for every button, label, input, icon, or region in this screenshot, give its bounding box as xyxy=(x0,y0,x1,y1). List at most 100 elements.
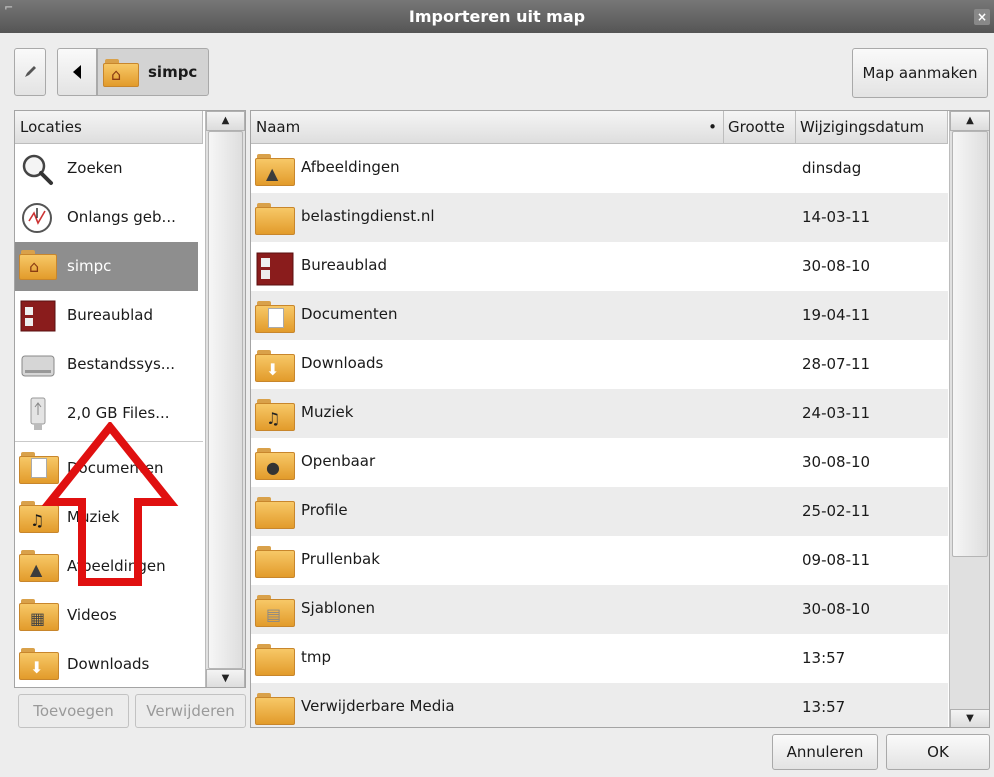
file-modified-date: 13:57 xyxy=(802,649,846,667)
file-row[interactable]: ▤ Sjablonen 30-08-10 xyxy=(251,585,948,634)
search-icon xyxy=(19,152,57,186)
file-row[interactable]: ⬇ Downloads 28-07-11 xyxy=(251,340,948,389)
folder-icon xyxy=(255,203,297,237)
videos-folder-icon: ▦ xyxy=(19,599,59,633)
cancel-button[interactable]: Annuleren xyxy=(772,734,878,770)
file-list-scrollbar[interactable]: ▲ ▼ xyxy=(949,111,989,727)
file-row[interactable]: tmp 13:57 xyxy=(251,634,948,683)
file-name: Documenten xyxy=(301,305,398,323)
annotation-arrow-icon xyxy=(41,422,179,586)
path-label: simpc xyxy=(148,63,198,81)
home-folder-icon: ⌂ xyxy=(103,59,139,87)
file-list: ▲ Afbeeldingen dinsdag belastingdienst.nl 14… xyxy=(251,144,948,727)
file-row[interactable]: Prullenbak 09-08-11 xyxy=(251,536,948,585)
file-modified-date: 14-03-11 xyxy=(802,208,871,226)
add-bookmark-button[interactable]: Toevoegen xyxy=(18,694,129,728)
place-label: simpc xyxy=(67,257,112,275)
folder-icon xyxy=(255,497,297,531)
place-item-videos[interactable]: ▦ Videos xyxy=(15,591,198,640)
place-item-recent[interactable]: Onlangs geb... xyxy=(15,193,198,242)
scroll-down-icon[interactable]: ▼ xyxy=(950,709,989,727)
folder-icon xyxy=(255,693,297,727)
column-header-size-label: Grootte xyxy=(728,118,785,136)
file-row[interactable]: Verwijderbare Media 13:57 xyxy=(251,683,948,727)
place-item-bureaublad[interactable]: Bureaublad xyxy=(15,291,198,340)
scroll-down-icon[interactable]: ▼ xyxy=(206,669,245,687)
edit-location-button[interactable] xyxy=(14,48,46,96)
column-header-modified-label: Wijzigingsdatum xyxy=(800,118,925,136)
file-name: Openbaar xyxy=(301,452,376,470)
file-name: Profile xyxy=(301,501,348,519)
file-modified-date: 19-04-11 xyxy=(802,306,871,324)
file-list-panel: Naam • Grootte Wijzigingsdatum ▲ Afbeeldi… xyxy=(250,110,990,728)
column-header-name-label: Naam xyxy=(256,118,301,136)
back-button[interactable] xyxy=(57,48,97,96)
music-folder-icon: ♫ xyxy=(255,399,297,433)
cancel-label: Annuleren xyxy=(786,743,864,761)
place-label: Zoeken xyxy=(67,159,123,177)
path-button-simpc[interactable]: ⌂ simpc xyxy=(97,48,209,96)
window-menu-icon[interactable]: ⌐ xyxy=(4,2,13,14)
column-header-name[interactable]: Naam • xyxy=(251,111,724,144)
remove-bookmark-button[interactable]: Verwijderen xyxy=(135,694,246,728)
file-row[interactable]: Profile 25-02-11 xyxy=(251,487,948,536)
column-header-size[interactable]: Grootte xyxy=(724,111,796,144)
file-name: Sjablonen xyxy=(301,599,375,617)
column-header-modified[interactable]: Wijzigingsdatum xyxy=(796,111,948,144)
ok-button[interactable]: OK xyxy=(886,734,990,770)
places-scroll-thumb[interactable] xyxy=(208,131,243,669)
file-row[interactable]: ♫ Muziek 24-03-11 xyxy=(251,389,948,438)
file-modified-date: 30-08-10 xyxy=(802,453,871,471)
triangle-left-icon xyxy=(73,65,81,79)
pencil-icon xyxy=(25,66,36,77)
file-modified-date: 28-07-11 xyxy=(802,355,871,373)
file-list-scroll-thumb[interactable] xyxy=(952,131,988,557)
harddisk-icon xyxy=(19,348,57,382)
places-header-label: Locaties xyxy=(20,118,82,136)
desktop-icon xyxy=(255,252,297,286)
place-item-filesystem[interactable]: Bestandssys... xyxy=(15,340,198,389)
file-name: Prullenbak xyxy=(301,550,380,568)
file-row[interactable]: ● Openbaar 30-08-10 xyxy=(251,438,948,487)
file-name: Downloads xyxy=(301,354,384,372)
place-item-simpc[interactable]: ⌂ simpc xyxy=(15,242,198,291)
file-row[interactable]: Documenten 19-04-11 xyxy=(251,291,948,340)
file-modified-date: 09-08-11 xyxy=(802,551,871,569)
window-title: Importeren uit map xyxy=(408,7,586,26)
places-header[interactable]: Locaties xyxy=(15,111,203,144)
file-row[interactable]: belastingdienst.nl 14-03-11 xyxy=(251,193,948,242)
file-row[interactable]: Bureaublad 30-08-10 xyxy=(251,242,948,291)
downloads-folder-icon: ⬇ xyxy=(255,350,297,384)
places-scrollbar[interactable]: ▲ ▼ xyxy=(205,111,245,687)
desktop-icon xyxy=(19,299,57,333)
place-label: Bureaublad xyxy=(67,306,153,324)
file-name: Verwijderbare Media xyxy=(301,697,455,715)
place-label: Videos xyxy=(67,606,117,624)
create-folder-label: Map aanmaken xyxy=(862,64,978,82)
file-row[interactable]: ▲ Afbeeldingen dinsdag xyxy=(251,144,948,193)
place-item-downloads[interactable]: ⬇ Downloads xyxy=(15,640,198,687)
place-item-zoeken[interactable]: Zoeken xyxy=(15,144,198,193)
remove-bookmark-label: Verwijderen xyxy=(146,702,235,720)
title-bar: ⌐ Importeren uit map × xyxy=(0,0,994,33)
place-label: Bestandssys... xyxy=(67,355,176,373)
recent-clock-icon xyxy=(19,201,57,235)
file-modified-date: 24-03-11 xyxy=(802,404,871,422)
scroll-up-icon[interactable]: ▲ xyxy=(206,111,245,131)
places-panel: Locaties Zoeken Onlangs geb... ⌂ simpc B… xyxy=(14,110,246,688)
place-label: Onlangs geb... xyxy=(67,208,176,226)
sort-indicator-icon: • xyxy=(708,118,717,136)
file-modified-date: 13:57 xyxy=(802,698,846,716)
place-label: Downloads xyxy=(67,655,150,673)
file-name: Muziek xyxy=(301,403,354,421)
ok-label: OK xyxy=(927,743,949,761)
file-name: tmp xyxy=(301,648,332,666)
downloads-folder-icon: ⬇ xyxy=(19,648,59,682)
file-modified-date: dinsdag xyxy=(802,159,862,177)
create-folder-button[interactable]: Map aanmaken xyxy=(852,48,988,98)
folder-icon xyxy=(255,546,297,580)
file-modified-date: 30-08-10 xyxy=(802,600,871,618)
templates-folder-icon: ▤ xyxy=(255,595,297,629)
scroll-up-icon[interactable]: ▲ xyxy=(950,111,989,131)
close-icon[interactable]: × xyxy=(974,9,990,25)
